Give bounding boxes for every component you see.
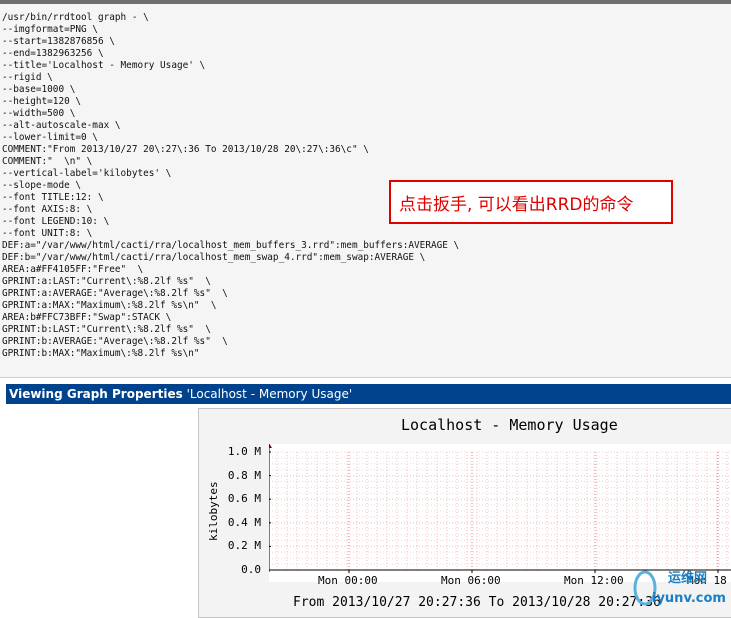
header-label: Viewing Graph Properties: [9, 387, 183, 401]
watermark-top-text: 运维网: [668, 571, 708, 586]
command-line: --width=500 \: [2, 108, 76, 119]
command-line: --base=1000 \: [2, 84, 76, 95]
command-line: GPRINT:a:AVERAGE:"Average\:%8.2lf %s" \: [2, 288, 228, 299]
command-line: DEF:a="/var/www/html/cacti/rra/localhost…: [2, 240, 460, 251]
x-tick-label: Mon 00:00: [318, 574, 378, 587]
command-line: GPRINT:b:MAX:"Maximum\:%8.2lf %s\n": [2, 348, 200, 359]
command-line: AREA:b#FFC73BFF:"Swap":STACK \: [2, 312, 172, 323]
site-watermark: 运维网 iyunv.com: [630, 560, 731, 610]
annotation-text: 点击扳手, 可以看出RRD的命令: [399, 194, 634, 215]
command-line: GPRINT:b:AVERAGE:"Average\:%8.2lf %s" \: [2, 336, 228, 347]
command-line: --title='Localhost - Memory Usage' \: [2, 60, 206, 71]
command-line: --vertical-label='kilobytes' \: [2, 168, 172, 179]
y-tick-label: 1.0 M: [227, 445, 261, 458]
command-line: AREA:a#FF4105FF:"Free" \: [2, 264, 144, 275]
command-line: --end=1382963256 \: [2, 48, 104, 59]
x-tick-label: Mon 12:00: [564, 574, 624, 587]
y-axis-label: kilobytes: [207, 481, 220, 541]
y-tick-label: 0.4 M: [227, 515, 261, 529]
y-axis-arrow: [269, 444, 272, 448]
watermark-bottom-text: iyunv.com: [652, 591, 726, 606]
header-graph-name: 'Localhost - Memory Usage': [186, 387, 353, 401]
command-line: --height=120 \: [2, 96, 82, 107]
graph-title: Localhost - Memory Usage: [401, 416, 618, 434]
command-line: --font UNIT:8: \: [2, 228, 93, 239]
graph-range-text: From 2013/10/27 20:27:36 To 2013/10/28 2…: [293, 595, 661, 610]
command-line: DEF:b="/var/www/html/cacti/rra/localhost…: [2, 252, 426, 263]
y-tick-label: 0.8 M: [227, 468, 261, 482]
command-line: /usr/bin/rrdtool graph - \: [2, 12, 149, 23]
command-line: GPRINT:a:MAX:"Maximum\:%8.2lf %s\n" \: [2, 300, 217, 311]
command-line: GPRINT:b:LAST:"Current\:%8.2lf %s" \: [2, 324, 211, 335]
y-tick-label: 0.6 M: [227, 492, 261, 506]
y-tick-label: 0.2 M: [227, 539, 261, 553]
command-line: --lower-limit=0 \: [2, 132, 98, 143]
y-tick-label: 0.0: [241, 563, 261, 576]
annotation-callout: 点击扳手, 可以看出RRD的命令: [389, 180, 673, 224]
command-line: --start=1382876856 \: [2, 36, 115, 47]
command-line: --alt-autoscale-max \: [2, 120, 121, 131]
command-line: --imgformat=PNG \: [2, 24, 98, 35]
command-line: COMMENT:" \n" \: [2, 156, 93, 167]
graph-properties-header: Viewing Graph Properties 'Localhost - Me…: [6, 384, 731, 404]
x-tick-label: Mon 06:00: [441, 574, 501, 587]
command-line: COMMENT:"From 2013/10/27 20\:27\:36 To 2…: [2, 144, 369, 155]
command-line: --rigid \: [2, 72, 53, 83]
command-line: GPRINT:a:LAST:"Current\:%8.2lf %s" \: [2, 276, 211, 287]
